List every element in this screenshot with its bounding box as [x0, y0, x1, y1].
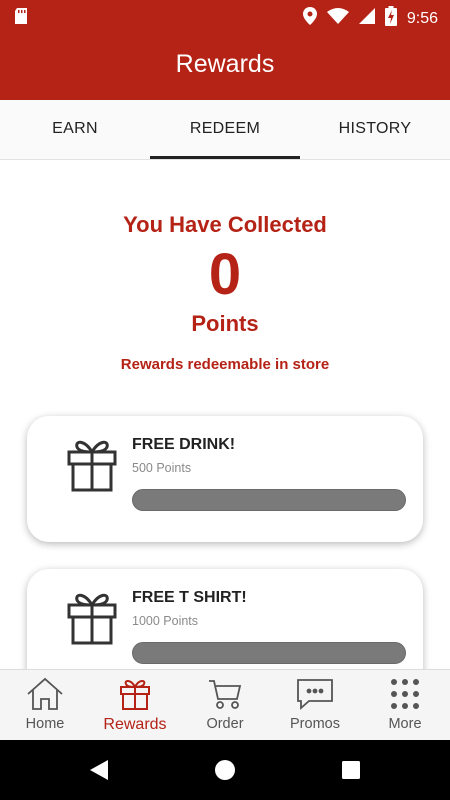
signal-icon	[358, 8, 375, 29]
nav-rewards[interactable]: Rewards	[90, 670, 180, 740]
back-icon[interactable]	[88, 758, 110, 782]
nav-more[interactable]: More	[360, 670, 450, 740]
status-bar: 9:56	[0, 0, 450, 32]
nav-promos-label: Promos	[290, 716, 340, 732]
battery-charging-icon	[384, 6, 397, 31]
points-value: 0	[208, 242, 242, 307]
points-label: Points	[191, 311, 259, 336]
reward-card-free-drink[interactable]: FREE DRINK! 500 Points	[27, 416, 423, 542]
app-bar: Rewards	[0, 32, 450, 100]
gift-icon	[90, 677, 180, 713]
nav-more-label: More	[388, 716, 422, 732]
page-title: Rewards	[175, 50, 275, 78]
reward-cost: 500 Points	[132, 461, 192, 475]
home-circle-icon[interactable]	[214, 758, 236, 782]
gift-icon	[67, 589, 117, 650]
reward-progress-bar	[132, 642, 406, 664]
reward-progress-bar	[132, 489, 406, 511]
grid-dots-icon	[360, 677, 450, 713]
chat-bubble-icon	[270, 677, 360, 713]
nav-order-label: Order	[206, 716, 244, 732]
reward-name: FREE T SHIRT!	[132, 589, 247, 606]
nav-home-label: Home	[25, 716, 65, 732]
cart-icon	[180, 677, 270, 713]
reward-cost: 1000 Points	[132, 614, 199, 628]
system-nav-bar	[0, 740, 450, 800]
status-time: 9:56	[406, 9, 438, 27]
tab-earn[interactable]: EARN	[0, 100, 150, 159]
nav-promos[interactable]: Promos	[270, 670, 360, 740]
tab-redeem[interactable]: REDEEM	[150, 100, 300, 159]
tab-bar: EARN REDEEM HISTORY	[0, 100, 450, 160]
tab-history[interactable]: HISTORY	[300, 100, 450, 159]
sd-card-icon	[14, 8, 28, 29]
redeem-note: Rewards redeemable in store	[120, 356, 330, 373]
collected-heading: You Have Collected	[123, 212, 327, 237]
bottom-nav: Home Rewards Order Promos More	[0, 669, 450, 740]
nav-home[interactable]: Home	[0, 670, 90, 740]
wifi-icon	[326, 8, 349, 29]
nav-rewards-label: Rewards	[103, 716, 167, 733]
nav-order[interactable]: Order	[180, 670, 270, 740]
reward-name: FREE DRINK!	[132, 436, 236, 453]
location-icon	[302, 7, 317, 30]
gift-icon	[67, 436, 117, 497]
recents-icon[interactable]	[340, 758, 362, 782]
home-icon	[0, 677, 90, 713]
